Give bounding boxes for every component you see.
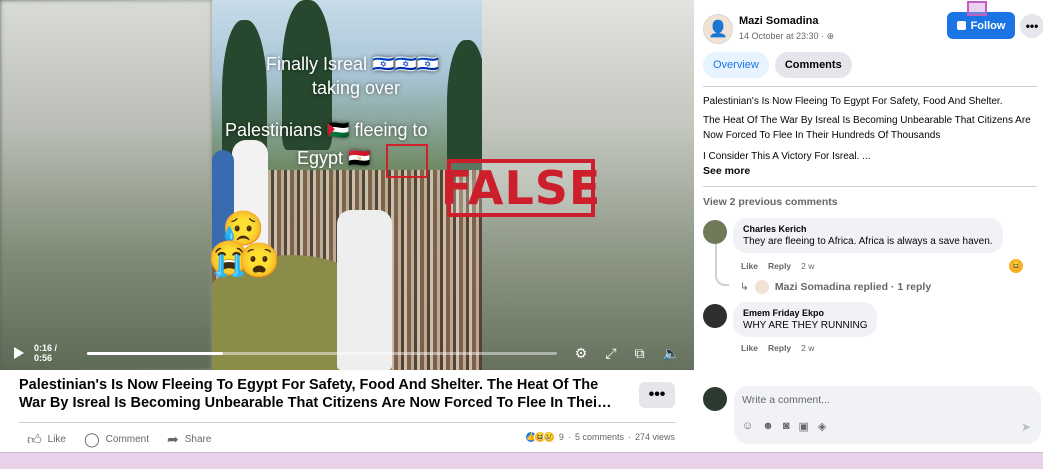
like-label: Like xyxy=(47,434,66,445)
post-body-line: I Consider This A Victory For Isreal. ..… xyxy=(703,151,871,162)
views-count: 274 views xyxy=(634,432,675,442)
emoji-icon[interactable]: ☻ xyxy=(762,420,774,433)
video-player[interactable]: Finally Isreal 🇮🇱🇮🇱🇮🇱 taking over Palest… xyxy=(0,0,694,370)
comment-text: They are fleeing to Africa. Africa is al… xyxy=(743,236,993,247)
gif-icon[interactable]: ▣ xyxy=(798,420,808,433)
post-actions: 👍︎ Like ◯ Comment ➦ Share xyxy=(27,431,229,448)
see-more-link[interactable]: See more xyxy=(703,165,750,177)
follow-button[interactable]: Follow xyxy=(947,12,1015,39)
comment-label: Comment xyxy=(105,434,150,445)
comment-like-button[interactable]: Like xyxy=(741,261,758,271)
author-name[interactable]: Mazi Somadina xyxy=(739,15,818,27)
post-timestamp[interactable]: 14 October at 23:30 · ⊕ xyxy=(739,31,834,42)
follow-label: Follow xyxy=(970,19,1006,32)
video-time: 0:16 / 0:56 xyxy=(34,343,58,363)
avatar[interactable] xyxy=(703,220,727,244)
tab-comments[interactable]: Comments xyxy=(774,52,852,78)
divider xyxy=(703,86,1037,87)
comment-input[interactable]: Write a comment... ☺ ☻ ◙ ▣ ◈ ➤ xyxy=(734,386,1041,444)
sticker-icon[interactable]: ◈ xyxy=(818,420,826,433)
video-controls: 0:16 / 0:56 ⚙ ⤢ ⧉ 🔈 xyxy=(0,336,694,370)
video-overlay-text: Palestinians 🇵🇸 fleeing to xyxy=(225,120,428,140)
post-body-line: Palestinian's Is Now Fleeing To Egypt Fo… xyxy=(703,96,1003,107)
post-stats: 👍 😆 😢 9 · 5 comments · 274 views xyxy=(524,431,675,443)
video-progress xyxy=(86,351,224,355)
comment-age: 2 w xyxy=(801,261,815,271)
avatar xyxy=(754,280,769,294)
comment-bubble: Emem Friday Ekpo WHY ARE THEY RUNNING xyxy=(733,302,878,337)
follow-icon xyxy=(956,21,966,30)
bottom-border xyxy=(0,452,1043,469)
video-overlay-text: Egypt 🇪🇬 xyxy=(297,148,371,168)
camera-icon[interactable]: ◙ xyxy=(783,420,790,433)
view-previous-comments-link[interactable]: View 2 previous comments xyxy=(703,196,838,208)
sad-reaction-icon[interactable]: 😢 xyxy=(542,431,555,443)
post-sidebar: 👤 Mazi Somadina 14 October at 23:30 · ⊕ … xyxy=(694,0,1043,469)
mute-icon[interactable]: 🔈 xyxy=(663,345,680,362)
share-icon: ➦ xyxy=(167,431,179,447)
comment-like-button[interactable]: Like xyxy=(741,343,758,353)
comment-tools: ☺ ☻ ◙ ▣ ◈ xyxy=(742,420,835,433)
send-icon[interactable]: ➤ xyxy=(1021,420,1031,434)
reply-arrow-icon: ↳ xyxy=(740,281,749,293)
pip-icon[interactable]: ⧉ xyxy=(635,345,645,362)
thread-line xyxy=(715,244,729,286)
comment-reply-button[interactable]: Reply xyxy=(768,261,791,271)
comment-reply-button[interactable]: Reply xyxy=(768,343,791,353)
comment-age: 2 w xyxy=(801,343,815,353)
avatar[interactable]: 👤 xyxy=(703,14,733,44)
view-replies-link[interactable]: ↳ Mazi Somadina replied · 1 reply xyxy=(740,280,931,294)
video-blur-background-left xyxy=(0,0,212,370)
play-icon[interactable] xyxy=(14,347,24,359)
post-body-line: The Heat Of The War By Isreal Is Becomin… xyxy=(703,115,1031,141)
video-scrubber[interactable] xyxy=(86,351,557,355)
commenter-name[interactable]: Emem Friday Ekpo xyxy=(743,308,867,318)
comment-icon: ◯ xyxy=(84,431,100,447)
sidebar-more-button[interactable]: ••• xyxy=(1020,14,1043,38)
like-button[interactable]: 👍︎ Like xyxy=(27,431,66,448)
tab-overview[interactable]: Overview xyxy=(703,52,769,78)
post-more-button[interactable]: ••• xyxy=(639,382,675,408)
post-caption: Palestinian's Is Now Fleeing To Egypt Fo… xyxy=(19,377,612,411)
comment-button[interactable]: ◯ Comment xyxy=(84,431,149,448)
divider xyxy=(703,186,1037,187)
video-overlay-text: Finally Isreal 🇮🇱🇮🇱🇮🇱 xyxy=(266,54,440,74)
divider xyxy=(19,422,676,423)
false-stamp: FALSE xyxy=(440,159,602,217)
comment-text: WHY ARE THEY RUNNING xyxy=(743,320,868,331)
settings-icon[interactable]: ⚙ xyxy=(575,345,588,362)
comment-meta: Like Reply 2 w xyxy=(741,343,824,353)
reply-summary: Mazi Somadina replied · 1 reply xyxy=(774,281,932,293)
avatar[interactable] xyxy=(703,304,727,328)
commenter-name[interactable]: Charles Kerich xyxy=(743,224,993,234)
share-button[interactable]: ➦ Share xyxy=(167,431,211,448)
thumbs-up-icon: 👍︎ xyxy=(27,431,42,447)
expand-icon[interactable]: ⤢ xyxy=(605,345,616,362)
highlight-box xyxy=(386,144,428,178)
sidebar-tabs: Overview Comments xyxy=(703,52,858,78)
avatar[interactable] xyxy=(703,387,727,411)
avatar-sticker-icon[interactable]: ☺ xyxy=(742,420,753,433)
globe-icon: ⊕ xyxy=(826,31,835,41)
anxious-emoji-icon: 😧 xyxy=(238,242,281,280)
comment-placeholder: Write a comment... xyxy=(742,394,830,406)
annotation-marker xyxy=(967,1,987,16)
video-overlay-text: taking over xyxy=(312,78,401,98)
comment-bubble: Charles Kerich They are fleeing to Afric… xyxy=(733,218,1003,253)
haha-reaction-icon[interactable]: 😆 xyxy=(1009,259,1023,273)
comment-meta: Like Reply 2 w xyxy=(741,261,824,271)
reaction-count[interactable]: 9 xyxy=(559,432,564,442)
share-label: Share xyxy=(184,434,212,445)
comments-count[interactable]: 5 comments xyxy=(575,432,624,442)
